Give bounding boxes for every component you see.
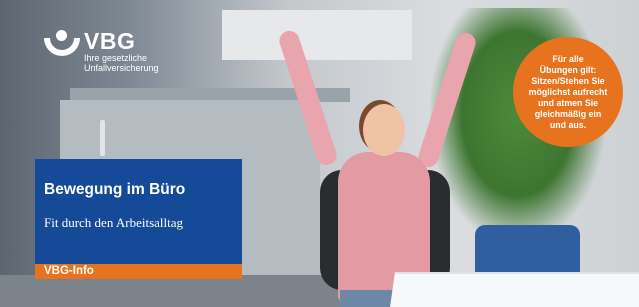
logo-name: VBG [84, 28, 136, 54]
cabinet-handle [100, 120, 105, 156]
exercise-tip-badge: Für alle Übungen gilt: Sitzen/Stehen Sie… [513, 37, 623, 147]
vbg-logo[interactable]: VBG Ihre gesetzliche Unfallversicherung [44, 30, 159, 73]
vbg-info-label-text: VBG-Info [44, 265, 94, 277]
page-title: Bewegung im Büro [44, 181, 186, 198]
person-head [363, 104, 405, 156]
logo-tagline: Ihre gesetzliche Unfallversicherung [84, 53, 159, 73]
title-box: Bewegung im Büro Fit durch den Arbeitsal… [35, 159, 242, 264]
page-subtitle: Fit durch den Arbeitsalltag [44, 215, 184, 230]
exercise-tip-text: Für alle Übungen gilt: Sitzen/Stehen Sie… [528, 53, 608, 130]
laptop [389, 272, 639, 307]
logo-text: VBG Ihre gesetzliche Unfallversicherung [84, 28, 159, 74]
vbg-info-label: VBG-Info [35, 264, 242, 279]
wall-panel [222, 10, 412, 60]
header-banner: VBG Ihre gesetzliche Unfallversicherung … [0, 0, 639, 307]
vbg-logo-icon [44, 30, 80, 60]
